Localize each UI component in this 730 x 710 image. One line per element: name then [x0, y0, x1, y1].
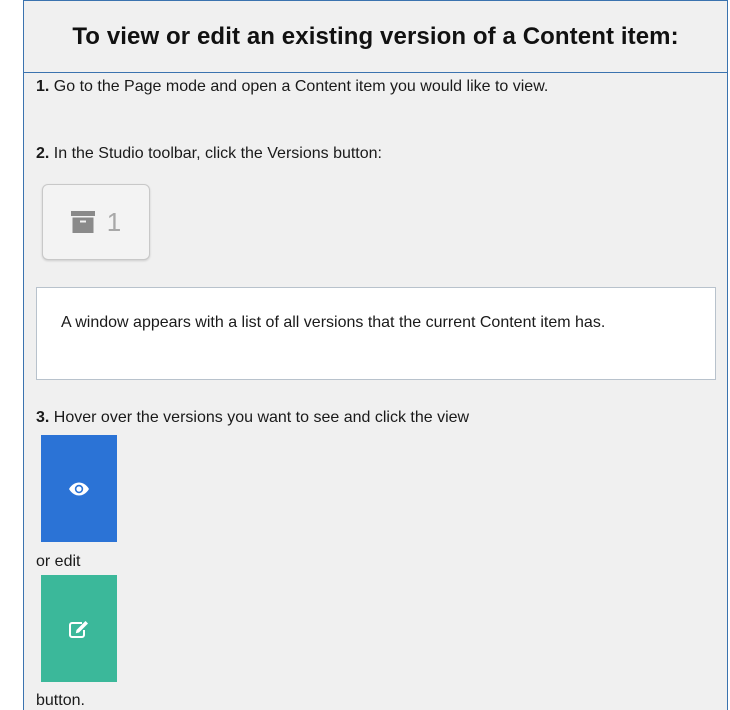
panel-title: To view or edit an existing version of a… — [72, 22, 679, 50]
panel-header: To view or edit an existing version of a… — [24, 0, 727, 73]
step-1: 1. Go to the Page mode and open a Conten… — [36, 78, 696, 96]
step-1-text: Go to the Page mode and open a Content i… — [49, 78, 549, 95]
instruction-panel: To view or edit an existing version of a… — [23, 0, 728, 710]
eye-icon — [69, 482, 89, 495]
step-3-text: Hover over the versions you want to see … — [49, 409, 470, 426]
archive-icon — [70, 211, 95, 233]
versions-count: 1 — [106, 206, 122, 237]
info-note: A window appears with a list of all vers… — [36, 287, 716, 380]
edit-icon — [69, 620, 88, 638]
edit-button[interactable] — [41, 575, 117, 682]
button-end-text: button. — [36, 692, 85, 709]
step-1-number: 1. — [36, 78, 50, 95]
step-2-text: In the Studio toolbar, click the Version… — [49, 145, 382, 162]
view-button[interactable] — [41, 435, 117, 542]
step-3-number: 3. — [36, 409, 50, 426]
step-2: 2. In the Studio toolbar, click the Vers… — [36, 145, 696, 163]
step-2-number: 2. — [36, 145, 50, 162]
info-note-text: A window appears with a list of all vers… — [61, 314, 606, 331]
versions-button[interactable]: 1 — [42, 184, 150, 260]
step-3: 3. Hover over the versions you want to s… — [36, 409, 706, 427]
or-edit-text: or edit — [36, 553, 81, 570]
